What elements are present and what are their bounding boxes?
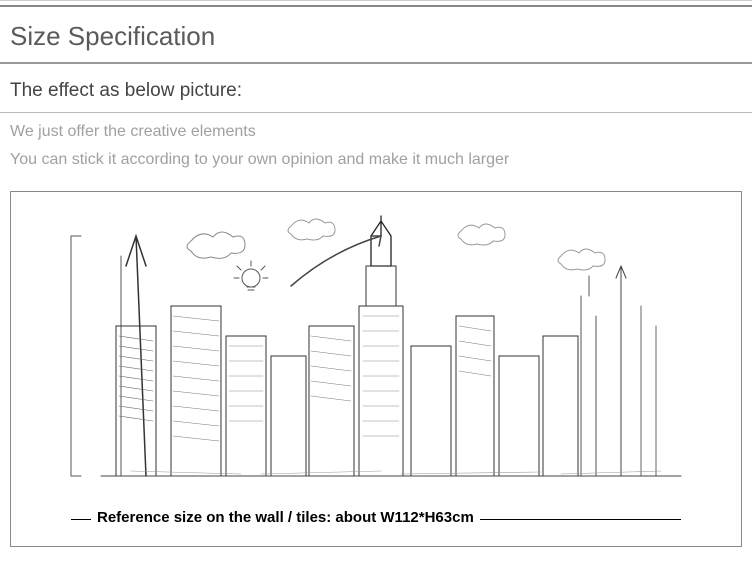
illustration-box: Reference size on the wall / tiles: abou…: [10, 191, 742, 547]
sub-heading: The effect as below picture:: [0, 64, 752, 112]
top-rules: [0, 0, 752, 7]
reference-size-text: Reference size on the wall / tiles: abou…: [91, 509, 480, 526]
city-sketch-icon: [41, 206, 711, 486]
rule-light: [0, 0, 752, 1]
description-line-2: You can stick it according to your own o…: [0, 145, 752, 185]
description-line-1: We just offer the creative elements: [0, 113, 752, 145]
page-title: Size Specification: [0, 7, 752, 62]
